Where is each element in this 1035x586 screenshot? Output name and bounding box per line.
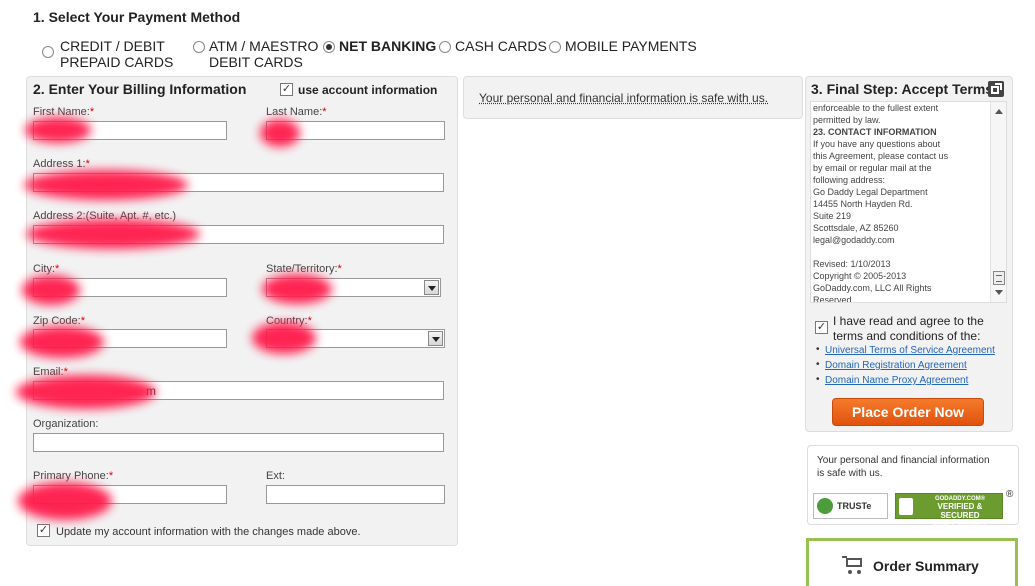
godaddy-seal-line3: VERIFY SECURITY <box>933 522 987 528</box>
update-account-label: Update my account information with the c… <box>56 526 361 538</box>
expand-icon[interactable] <box>988 81 1004 97</box>
shield-icon <box>899 498 913 515</box>
payment-credit-line2: PREPAID CARDS <box>60 54 174 70</box>
terms-line: enforceable to the fullest extent <box>813 103 939 113</box>
terms-line: Suite 219 <box>813 211 852 221</box>
payment-option-credit[interactable]: CREDIT / DEBIT PREPAID CARDS <box>42 38 173 70</box>
payment-method-title: 1. Select Your Payment Method <box>33 9 241 25</box>
terms-scrollbar[interactable] <box>990 102 1006 302</box>
payment-atm-line2: DEBIT CARDS <box>209 54 303 70</box>
terms-text: enforceable to the fullest extent permit… <box>813 102 991 303</box>
terms-line: following address: <box>813 175 886 185</box>
update-account-checkbox[interactable]: ✓ <box>37 524 50 537</box>
address1-label: Address 1:* <box>33 158 90 170</box>
payment-mobile-label: MOBILE PAYMENTS <box>565 38 697 54</box>
redaction-mark <box>18 482 112 520</box>
redaction-mark <box>22 275 80 305</box>
scroll-down-icon[interactable] <box>995 290 1003 295</box>
terms-line: this Agreement, please contact us <box>813 151 949 161</box>
organization-label: Organization: <box>33 418 99 430</box>
link-domain-registration[interactable]: Domain Registration Agreement <box>825 360 967 371</box>
phone-label: Primary Phone:* <box>33 470 114 482</box>
link-universal-terms[interactable]: Universal Terms of Service Agreement <box>825 345 995 356</box>
last-name-label: Last Name:* <box>266 106 327 118</box>
truste-logo-icon <box>817 498 833 514</box>
registered-mark: ® <box>1006 489 1014 500</box>
terms-line: GoDaddy.com, LLC All Rights <box>813 283 932 293</box>
link-domain-proxy[interactable]: Domain Name Proxy Agreement <box>825 375 968 386</box>
ext-input[interactable] <box>266 485 445 504</box>
terms-line: permitted by law. <box>813 115 881 125</box>
cart-icon <box>842 554 866 576</box>
payment-option-atm[interactable]: ATM / MAESTRO DEBIT CARDS <box>193 38 318 70</box>
agree-terms-checkbox[interactable]: ✓ <box>815 321 828 334</box>
terms-line: Go Daddy Legal Department <box>813 187 928 197</box>
payment-netbanking-label: NET BANKING <box>339 38 437 54</box>
order-summary-box[interactable]: Order Summary <box>806 538 1018 586</box>
payment-credit-line1: CREDIT / DEBIT <box>60 38 165 54</box>
terms-line: Copyright © 2005-2013 <box>813 271 907 281</box>
radio-cash[interactable] <box>439 41 451 53</box>
chevron-down-icon[interactable] <box>428 331 443 346</box>
redaction-mark <box>25 117 91 143</box>
terms-line: by email or regular mail at the <box>813 163 932 173</box>
redaction-mark <box>260 119 300 147</box>
payment-cash-label: CASH CARDS <box>455 38 547 54</box>
truste-seal[interactable]: TRUSTe <box>813 493 888 519</box>
radio-atm[interactable] <box>193 41 205 53</box>
payment-option-mobile[interactable]: MOBILE PAYMENTS <box>549 38 697 54</box>
redaction-mark <box>26 219 200 249</box>
security-note-text: Your personal and financial information … <box>479 91 769 105</box>
terms-line: If you have any questions about <box>813 139 941 149</box>
truste-label: TRUSTe <box>837 501 872 511</box>
scroll-thumb[interactable] <box>993 271 1005 285</box>
terms-line: 14455 North Hayden Rd. <box>813 199 913 209</box>
terms-line: Scottsdale, AZ 85260 <box>813 223 899 233</box>
terms-line: Revised: 1/10/2013 <box>813 259 891 269</box>
use-account-label: use account information <box>298 83 438 97</box>
bullet: • <box>816 344 820 355</box>
order-summary-title: Order Summary <box>873 558 979 574</box>
radio-credit[interactable] <box>42 46 54 58</box>
organization-input[interactable] <box>33 433 444 452</box>
security-note-box: Your personal and financial information … <box>463 76 803 119</box>
terms-line: legal@godaddy.com <box>813 235 895 245</box>
payment-option-cash[interactable]: CASH CARDS <box>439 38 547 54</box>
bullet: • <box>816 359 820 370</box>
radio-mobile[interactable] <box>549 41 561 53</box>
radio-netbanking[interactable] <box>323 41 335 53</box>
godaddy-verified-seal[interactable]: GODADDY.COM® VERIFIED & SECURED VERIFY S… <box>895 493 1003 528</box>
bullet: • <box>816 374 820 385</box>
redaction-mark <box>252 322 316 354</box>
chevron-down-icon[interactable] <box>424 280 439 295</box>
terms-line: Reserved. <box>813 295 855 303</box>
redaction-mark <box>24 170 188 200</box>
terms-title: 3. Final Step: Accept Terms <box>811 81 994 97</box>
security-seals-box: Your personal and financial information … <box>807 445 1019 528</box>
billing-title: 2. Enter Your Billing Information <box>33 81 247 97</box>
redaction-mark <box>20 326 104 358</box>
redaction-mark <box>16 375 156 409</box>
redaction-mark <box>262 274 332 304</box>
agree-terms-label: I have read and agree to the terms and c… <box>833 314 984 343</box>
security-seals-text: Your personal and financial information … <box>817 455 990 479</box>
scroll-up-icon[interactable] <box>995 109 1003 114</box>
use-account-checkbox[interactable]: ✓ <box>280 83 293 96</box>
terms-scroll-area[interactable]: enforceable to the fullest extent permit… <box>810 101 1007 303</box>
city-label: City:* <box>33 263 60 275</box>
terms-line: 23. CONTACT INFORMATION <box>813 127 937 137</box>
godaddy-seal-line2: VERIFIED & SECURED <box>937 502 983 520</box>
payment-atm-line1: ATM / MAESTRO <box>209 38 319 54</box>
place-order-button[interactable]: Place Order Now <box>832 398 984 426</box>
ext-label: Ext: <box>266 470 285 482</box>
payment-option-netbanking[interactable]: NET BANKING <box>323 38 436 54</box>
state-label: State/Territory:* <box>266 263 342 275</box>
terms-line <box>813 246 991 258</box>
